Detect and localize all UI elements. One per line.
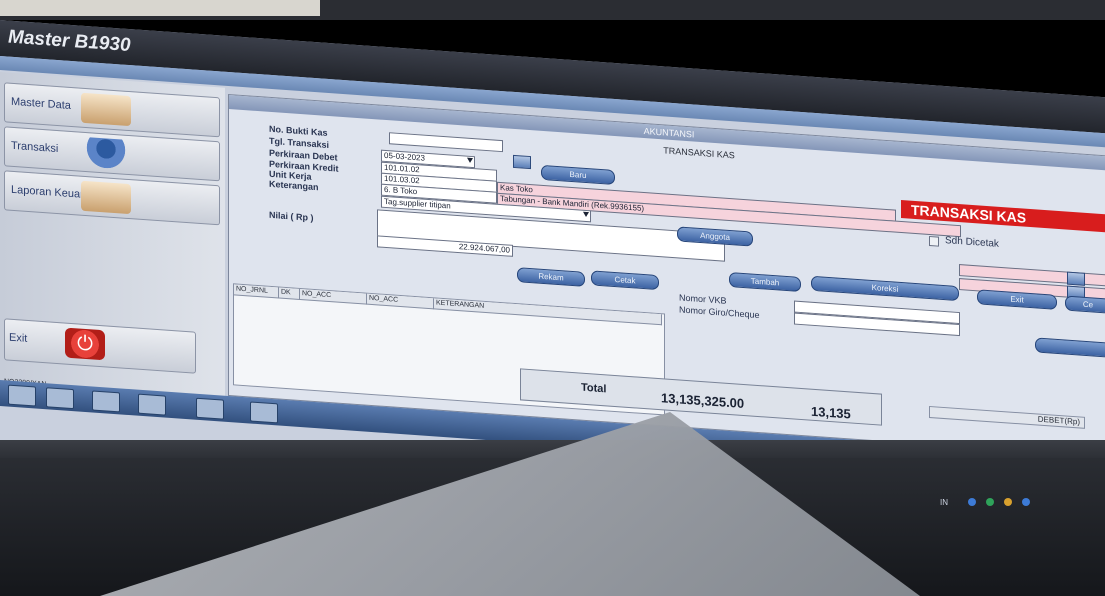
app-title: Master B1930 bbox=[8, 26, 131, 57]
photo-scene: Master B1930 Master Data Transaksi Lapor… bbox=[0, 0, 1105, 596]
no-bukti-input[interactable] bbox=[389, 132, 503, 153]
monitor: Master B1930 Master Data Transaksi Lapor… bbox=[0, 20, 1105, 528]
start-icon[interactable] bbox=[8, 384, 36, 407]
sidebar-item-label: Transaksi bbox=[11, 139, 59, 156]
sidebar: Master Data Transaksi Laporan Keuangan E… bbox=[0, 72, 225, 408]
total-value-partial: 13,135 bbox=[811, 403, 851, 422]
app-icon[interactable] bbox=[250, 401, 278, 424]
grid-header-no-acc: NO_ACC bbox=[300, 288, 367, 305]
tray-icon bbox=[968, 498, 976, 506]
exit-app-button[interactable]: Exit ⏻ bbox=[4, 318, 196, 374]
grid-header-dk: DK bbox=[279, 287, 300, 300]
grid-header-keterangan: KETERANGAN bbox=[434, 298, 662, 326]
tray-icon bbox=[1004, 498, 1012, 506]
cetak-button[interactable]: Cetak bbox=[591, 270, 659, 291]
total-value: 13,135,325.00 bbox=[661, 390, 745, 412]
calendar-icon[interactable] bbox=[513, 154, 531, 170]
tray-language: IN bbox=[940, 498, 948, 507]
folder-icon[interactable] bbox=[46, 387, 74, 410]
rekam-button[interactable]: Rekam bbox=[517, 267, 585, 287]
nilai-label: Nilai ( Rp ) bbox=[269, 209, 314, 223]
exit-app-label: Exit bbox=[9, 331, 28, 345]
power-icon: ⏻ bbox=[65, 327, 105, 361]
sdh-dicetak-checkbox[interactable] bbox=[929, 235, 939, 247]
koreksi-button[interactable]: Koreksi bbox=[811, 275, 959, 302]
tambah-button[interactable]: Tambah bbox=[729, 271, 801, 293]
window-icon[interactable] bbox=[138, 393, 166, 416]
calculator-icon[interactable] bbox=[92, 390, 120, 413]
grid-header-no-acc-2: NO_ACC bbox=[367, 293, 434, 310]
sidebar-item-label: Master Data bbox=[11, 95, 71, 112]
person-computer-icon bbox=[81, 136, 131, 171]
baru-button[interactable]: Baru bbox=[541, 164, 615, 186]
grid-header-debet: DEBET(Rp) bbox=[929, 405, 1085, 429]
chevron-down-icon bbox=[583, 211, 589, 218]
notepad-pen-icon bbox=[81, 92, 131, 127]
keterangan-label: Keterangan bbox=[269, 178, 319, 193]
lookup-icon[interactable] bbox=[1067, 271, 1085, 286]
folder-report-icon bbox=[81, 180, 131, 215]
date-value: 05-03-2023 bbox=[384, 150, 425, 163]
background-wall bbox=[0, 0, 320, 16]
sdh-dicetak-label: Sdh Dicetak bbox=[945, 235, 999, 250]
grid-header-no-jrnl: NO_JRNL bbox=[234, 284, 279, 299]
tray-icon bbox=[1022, 498, 1030, 506]
nomor-giro-label: Nomor Giro/Cheque bbox=[679, 304, 760, 321]
chevron-down-icon bbox=[467, 157, 473, 164]
folder-icon[interactable] bbox=[196, 397, 224, 420]
tray-icon bbox=[986, 498, 994, 506]
unlabeled-button[interactable] bbox=[1035, 337, 1105, 358]
nomor-vkb-label: Nomor VKB bbox=[679, 292, 727, 306]
total-label: Total bbox=[581, 381, 607, 396]
partial-button[interactable]: Ce bbox=[1065, 295, 1105, 314]
keterangan-value: Tag.supplier titipan bbox=[384, 196, 451, 211]
